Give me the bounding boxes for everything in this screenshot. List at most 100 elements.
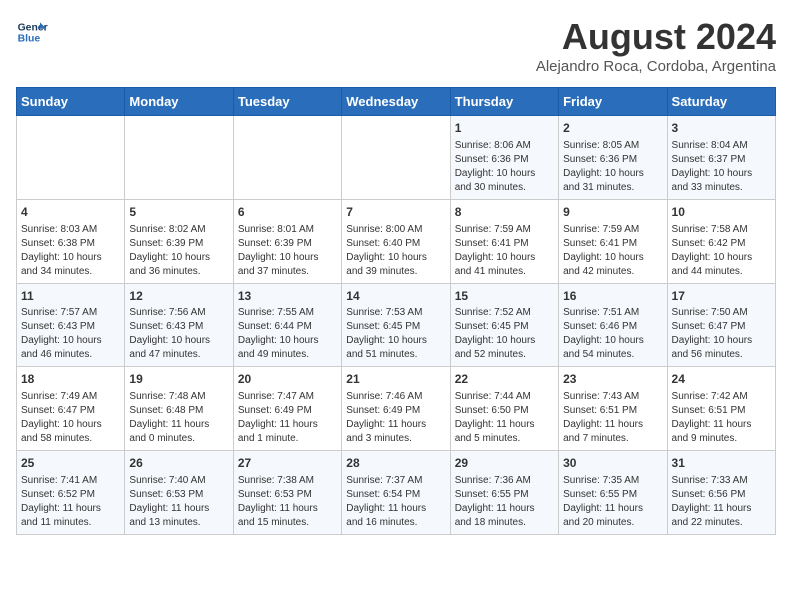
day-number: 29 [455,455,554,472]
day-cell: 10 Sunrise: 7:58 AM Sunset: 6:42 PM Dayli… [667,199,775,283]
day-number: 14 [346,288,445,305]
day-info: Sunrise: 8:06 AM Sunset: 6:36 PM Dayligh… [455,139,554,195]
day-number: 15 [455,288,554,305]
header-cell-friday: Friday [559,88,667,116]
day-number: 30 [563,455,662,472]
header: General Blue August 2024 Alejandro Roca,… [16,16,776,75]
day-cell: 24Sunrise: 7:42 AM Sunset: 6:51 PM Dayli… [667,367,775,451]
day-number: 25 [21,455,120,472]
day-cell: 18 Sunrise: 7:49 AM Sunset: 6:47 PM Dayli… [17,367,125,451]
header-cell-tuesday: Tuesday [233,88,341,116]
day-number: 17 [672,288,771,305]
day-number: 28 [346,455,445,472]
calendar-header: SundayMondayTuesdayWednesdayThursdayFrid… [17,88,776,116]
day-info: Sunrise: 7:57 AM Sunset: 6:43 PM Dayligh… [21,306,120,362]
svg-text:Blue: Blue [18,34,41,45]
header-cell-sunday: Sunday [17,88,125,116]
day-info: Sunrise: 7:33 AM Sunset: 6:56 PM Dayligh… [672,474,771,530]
day-cell: 31 Sunrise: 7:33 AM Sunset: 6:56 PM Dayli… [667,451,775,535]
day-cell: 15Sunrise: 7:52 AM Sunset: 6:45 PM Dayli… [450,283,558,367]
day-number: 13 [238,288,337,305]
day-info: Sunrise: 7:50 AM Sunset: 6:47 PM Dayligh… [672,306,771,362]
day-cell: 6Sunrise: 8:01 AM Sunset: 6:39 PM Daylig… [233,199,341,283]
day-info: Sunrise: 7:47 AM Sunset: 6:49 PM Dayligh… [238,390,337,446]
day-number: 1 [455,120,554,137]
day-cell: 13Sunrise: 7:55 AM Sunset: 6:44 PM Dayli… [233,283,341,367]
day-number: 2 [563,120,662,137]
day-info: Sunrise: 7:35 AM Sunset: 6:55 PM Dayligh… [563,474,662,530]
logo: General Blue [16,16,48,48]
day-cell: 20 Sunrise: 7:47 AM Sunset: 6:49 PM Dayli… [233,367,341,451]
day-number: 24 [672,371,771,388]
day-number: 19 [129,371,228,388]
week-row-4: 18 Sunrise: 7:49 AM Sunset: 6:47 PM Dayli… [17,367,776,451]
day-cell: 2 Sunrise: 8:05 AM Sunset: 6:36 PM Daylig… [559,116,667,200]
day-info: Sunrise: 8:00 AM Sunset: 6:40 PM Dayligh… [346,223,445,279]
day-cell: 1 Sunrise: 8:06 AM Sunset: 6:36 PM Daylig… [450,116,558,200]
day-cell: 11Sunrise: 7:57 AM Sunset: 6:43 PM Dayli… [17,283,125,367]
day-cell: 7Sunrise: 8:00 AM Sunset: 6:40 PM Daylig… [342,199,450,283]
day-info: Sunrise: 8:03 AM Sunset: 6:38 PM Dayligh… [21,223,120,279]
day-cell: 16Sunrise: 7:51 AM Sunset: 6:46 PM Dayli… [559,283,667,367]
day-cell: 27 Sunrise: 7:38 AM Sunset: 6:53 PM Dayli… [233,451,341,535]
day-info: Sunrise: 8:05 AM Sunset: 6:36 PM Dayligh… [563,139,662,195]
day-info: Sunrise: 8:04 AM Sunset: 6:37 PM Dayligh… [672,139,771,195]
day-info: Sunrise: 7:41 AM Sunset: 6:52 PM Dayligh… [21,474,120,530]
day-number: 8 [455,204,554,221]
day-cell [233,116,341,200]
day-info: Sunrise: 7:53 AM Sunset: 6:45 PM Dayligh… [346,306,445,362]
subtitle: Alejandro Roca, Cordoba, Argentina [536,58,776,75]
week-row-3: 11Sunrise: 7:57 AM Sunset: 6:43 PM Dayli… [17,283,776,367]
day-info: Sunrise: 7:49 AM Sunset: 6:47 PM Dayligh… [21,390,120,446]
day-info: Sunrise: 7:44 AM Sunset: 6:50 PM Dayligh… [455,390,554,446]
day-cell: 3 Sunrise: 8:04 AM Sunset: 6:37 PM Daylig… [667,116,775,200]
day-info: Sunrise: 7:36 AM Sunset: 6:55 PM Dayligh… [455,474,554,530]
day-info: Sunrise: 8:02 AM Sunset: 6:39 PM Dayligh… [129,223,228,279]
day-cell: 25 Sunrise: 7:41 AM Sunset: 6:52 PM Dayli… [17,451,125,535]
day-cell [342,116,450,200]
day-number: 21 [346,371,445,388]
calendar-header-row: SundayMondayTuesdayWednesdayThursdayFrid… [17,88,776,116]
day-cell: 9Sunrise: 7:59 AM Sunset: 6:41 PM Daylig… [559,199,667,283]
day-number: 11 [21,288,120,305]
title-area: August 2024 Alejandro Roca, Cordoba, Arg… [536,16,776,75]
day-cell: 4 Sunrise: 8:03 AM Sunset: 6:38 PM Daylig… [17,199,125,283]
day-info: Sunrise: 7:38 AM Sunset: 6:53 PM Dayligh… [238,474,337,530]
day-number: 20 [238,371,337,388]
day-info: Sunrise: 7:37 AM Sunset: 6:54 PM Dayligh… [346,474,445,530]
day-info: Sunrise: 7:55 AM Sunset: 6:44 PM Dayligh… [238,306,337,362]
day-number: 23 [563,371,662,388]
logo-icon: General Blue [16,16,48,48]
day-cell: 28 Sunrise: 7:37 AM Sunset: 6:54 PM Dayli… [342,451,450,535]
day-info: Sunrise: 7:59 AM Sunset: 6:41 PM Dayligh… [563,223,662,279]
day-cell: 29 Sunrise: 7:36 AM Sunset: 6:55 PM Dayli… [450,451,558,535]
week-row-2: 4 Sunrise: 8:03 AM Sunset: 6:38 PM Daylig… [17,199,776,283]
calendar-table: SundayMondayTuesdayWednesdayThursdayFrid… [16,87,776,535]
day-number: 27 [238,455,337,472]
day-number: 10 [672,204,771,221]
header-cell-saturday: Saturday [667,88,775,116]
day-cell: 19 Sunrise: 7:48 AM Sunset: 6:48 PM Dayli… [125,367,233,451]
day-number: 4 [21,204,120,221]
day-cell [125,116,233,200]
day-cell: 8Sunrise: 7:59 AM Sunset: 6:41 PM Daylig… [450,199,558,283]
week-row-1: 1 Sunrise: 8:06 AM Sunset: 6:36 PM Daylig… [17,116,776,200]
day-info: Sunrise: 7:58 AM Sunset: 6:42 PM Dayligh… [672,223,771,279]
day-number: 22 [455,371,554,388]
month-title: August 2024 [536,16,776,58]
calendar-body: 1 Sunrise: 8:06 AM Sunset: 6:36 PM Daylig… [17,116,776,535]
header-cell-thursday: Thursday [450,88,558,116]
day-number: 3 [672,120,771,137]
day-cell: 21Sunrise: 7:46 AM Sunset: 6:49 PM Dayli… [342,367,450,451]
day-cell: 5Sunrise: 8:02 AM Sunset: 6:39 PM Daylig… [125,199,233,283]
day-cell: 30 Sunrise: 7:35 AM Sunset: 6:55 PM Dayli… [559,451,667,535]
day-cell: 17Sunrise: 7:50 AM Sunset: 6:47 PM Dayli… [667,283,775,367]
day-number: 31 [672,455,771,472]
day-number: 18 [21,371,120,388]
day-info: Sunrise: 7:52 AM Sunset: 6:45 PM Dayligh… [455,306,554,362]
day-cell: 12Sunrise: 7:56 AM Sunset: 6:43 PM Dayli… [125,283,233,367]
week-row-5: 25 Sunrise: 7:41 AM Sunset: 6:52 PM Dayli… [17,451,776,535]
day-info: Sunrise: 7:48 AM Sunset: 6:48 PM Dayligh… [129,390,228,446]
day-number: 16 [563,288,662,305]
day-cell: 26Sunrise: 7:40 AM Sunset: 6:53 PM Dayli… [125,451,233,535]
